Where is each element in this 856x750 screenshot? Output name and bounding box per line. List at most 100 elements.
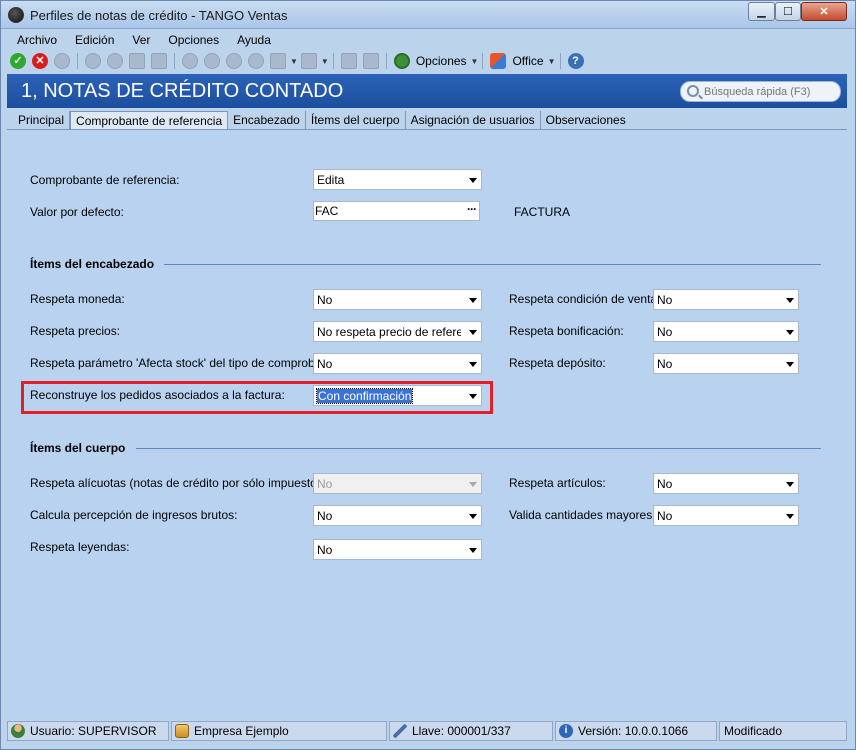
cancel-icon[interactable]: ✕ — [32, 53, 48, 69]
valor-description: FACTURA — [514, 205, 571, 219]
tab-comprobante-de-referencia[interactable]: Comprobante de referencia — [70, 111, 229, 130]
status-usuario-text: Usuario: SUPERVISOR — [30, 724, 157, 738]
chevron-down-icon[interactable] — [786, 330, 794, 335]
page-title: 1, NOTAS DE CRÉDITO CONTADO — [21, 80, 344, 102]
menu-archivo[interactable]: Archivo — [7, 31, 65, 49]
quick-search[interactable] — [680, 81, 841, 102]
condicion-value: No — [657, 293, 673, 307]
condicion-select[interactable]: No — [653, 289, 799, 310]
office-dropdown-icon[interactable]: ▼ — [548, 57, 556, 66]
status-empresa: Empresa Ejemplo — [171, 721, 387, 741]
menu-ayuda[interactable]: Ayuda — [227, 31, 279, 49]
toolbar: ✓ ✕ ▼ ▼ Opciones ▼ Office ▼ ? — [7, 51, 847, 71]
status-bar: Usuario: SUPERVISOR Empresa Ejemplo Llav… — [7, 721, 853, 743]
minimize-button[interactable]: ▁ — [748, 2, 775, 21]
app-icon — [8, 7, 24, 23]
section-divider — [136, 448, 821, 449]
chevron-down-icon[interactable] — [786, 482, 794, 487]
chevron-down-icon[interactable] — [469, 178, 477, 183]
office-icon[interactable] — [490, 53, 507, 69]
chevron-down-icon[interactable] — [469, 548, 477, 553]
menu-opciones[interactable]: Opciones — [158, 31, 227, 49]
chevron-down-icon[interactable] — [469, 298, 477, 303]
chevron-down-icon[interactable] — [469, 514, 477, 519]
deposito-value: No — [657, 357, 673, 371]
first-record-icon[interactable] — [182, 53, 198, 69]
last-record-icon[interactable] — [248, 53, 264, 69]
menu-edicion[interactable]: Edición — [65, 31, 122, 49]
leyendas-value: No — [317, 543, 333, 557]
leyendas-select[interactable]: No — [313, 539, 482, 560]
filter-dropdown-icon[interactable]: ▼ — [321, 57, 329, 66]
menu-ver[interactable]: Ver — [122, 31, 158, 49]
ellipsis-button[interactable]: ··· — [467, 202, 477, 216]
copy-icon[interactable] — [129, 53, 145, 69]
gear-icon[interactable] — [393, 53, 410, 69]
articulos-select[interactable]: No — [653, 473, 799, 494]
company-icon — [175, 724, 189, 738]
chevron-down-icon[interactable] — [469, 362, 477, 367]
print-icon[interactable] — [270, 53, 286, 69]
status-estado: Modificado — [719, 721, 847, 741]
chevron-down-icon[interactable] — [786, 298, 794, 303]
status-empresa-text: Empresa Ejemplo — [194, 724, 289, 738]
delete-icon[interactable] — [85, 53, 101, 69]
form-panel: Comprobante de referencia: Edita Valor p… — [7, 129, 847, 718]
header-band: 1, NOTAS DE CRÉDITO CONTADO — [7, 74, 847, 108]
office-button[interactable]: Office — [512, 54, 543, 68]
status-version: i Versión: 10.0.0.1066 — [555, 721, 717, 741]
toolbar-separator — [332, 53, 334, 69]
help-icon[interactable]: ? — [567, 53, 584, 69]
comprobante-value: Edita — [317, 173, 345, 187]
previous-record-icon[interactable] — [204, 53, 220, 69]
leyendas-label: Respeta leyendas: — [30, 540, 130, 554]
chevron-down-icon[interactable] — [786, 362, 794, 367]
tab-encabezado[interactable]: Encabezado — [228, 111, 306, 129]
toolbar-separator — [174, 53, 175, 69]
valor-field[interactable]: FAC ··· — [313, 201, 480, 221]
percepcion-select[interactable]: No — [313, 505, 482, 526]
grid-icon[interactable] — [340, 53, 357, 69]
comprobante-select[interactable]: Edita — [313, 169, 482, 190]
menu-bar: Archivo Edición Ver Opciones Ayuda — [7, 31, 279, 49]
percepcion-value: No — [317, 509, 333, 523]
tab-items-del-cuerpo[interactable]: Ítems del cuerpo — [306, 111, 406, 129]
search-input[interactable] — [704, 85, 836, 99]
stock-select[interactable]: No — [313, 353, 482, 374]
deposito-select[interactable]: No — [653, 353, 799, 374]
tab-observaciones[interactable]: Observaciones — [541, 111, 631, 129]
comprobante-label: Comprobante de referencia: — [30, 173, 180, 187]
title-bar[interactable]: Perfiles de notas de crédito - TANGO Ven… — [1, 1, 855, 29]
maximize-button[interactable]: ☐ — [775, 2, 801, 21]
toolbar-separator — [385, 53, 387, 69]
precios-value: No respeta precio de referencia — [317, 325, 461, 339]
sort-icon[interactable] — [362, 53, 379, 69]
opciones-button[interactable]: Opciones — [416, 54, 467, 68]
precios-select[interactable]: No respeta precio de referencia — [313, 321, 482, 342]
cantidades-select[interactable]: No — [653, 505, 799, 526]
articulos-label: Respeta artículos: — [509, 476, 606, 490]
next-record-icon[interactable] — [226, 53, 242, 69]
cantidades-value: No — [657, 509, 673, 523]
encabezado-section-title: Ítems del encabezado — [30, 257, 155, 271]
tab-asignacion-de-usuarios[interactable]: Asignación de usuarios — [406, 111, 541, 129]
accept-icon[interactable]: ✓ — [10, 53, 26, 69]
close-button[interactable]: ✕ — [801, 2, 847, 21]
valor-label: Valor por defecto: — [30, 205, 124, 219]
valor-value: FAC — [315, 204, 339, 218]
refresh-icon[interactable] — [151, 53, 167, 69]
add-icon[interactable] — [54, 53, 70, 69]
stock-value: No — [317, 357, 333, 371]
chevron-down-icon[interactable] — [786, 514, 794, 519]
moneda-select[interactable]: No — [313, 289, 482, 310]
section-divider — [164, 264, 821, 265]
filter-icon[interactable] — [300, 53, 317, 69]
tab-principal[interactable]: Principal — [13, 111, 71, 129]
opciones-dropdown-icon[interactable]: ▼ — [471, 57, 479, 66]
toolbar-separator — [77, 53, 78, 69]
modify-icon[interactable] — [107, 53, 123, 69]
print-dropdown-icon[interactable]: ▼ — [290, 57, 298, 66]
chevron-down-icon[interactable] — [469, 330, 477, 335]
bonificacion-select[interactable]: No — [653, 321, 799, 342]
cuerpo-section-title: Ítems del cuerpo — [30, 441, 126, 455]
